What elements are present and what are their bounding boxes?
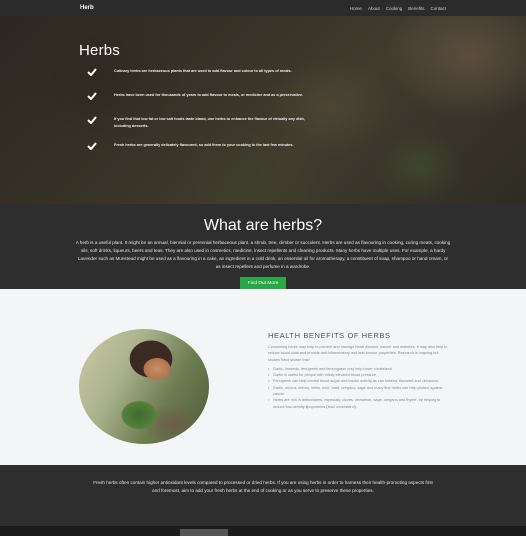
hero-item-text: Culinary herbs are herbaceous plants tha… [114,69,292,73]
health-list-item: Herbs are rich in antioxidants, especial… [268,397,448,410]
health-benefits-section: HEALTH BENEFITS OF HERBS Consuming herbs… [0,289,526,465]
nav-links: Home About Cooking Benefits Contact [350,6,446,11]
health-content: HEALTH BENEFITS OF HERBS Consuming herbs… [268,331,448,410]
section-title: What are herbs? [203,217,323,234]
hero-list-item: Herbs have been used for thousands of ye… [79,92,526,104]
footer-tab [180,529,228,536]
nav-link-benefits[interactable]: Benefits [408,6,424,11]
check-icon [87,68,99,80]
hero-list-item: Culinary herbs are herbaceous plants tha… [79,68,526,80]
footer [0,526,526,536]
hero-item-text: Fresh herbs are generally delicately fla… [114,143,294,147]
hero-title: Herbs [79,42,121,59]
nav-link-contact[interactable]: Contact [430,6,446,11]
nav-link-home[interactable]: Home [350,6,362,11]
hero-section: Herbs Culinary herbs are herbaceous plan… [0,16,526,204]
health-intro: Consuming herbs may help to prevent and … [268,345,448,362]
section-text: A herb is a useful plant. It might be an… [75,240,451,269]
closing-section: Fresh herbs often contain higher antioxi… [0,465,526,526]
hero-item-text: If you find that low fat or low salt foo… [114,117,305,128]
closing-text: Fresh herbs often contain higher antioxi… [93,480,433,493]
brand-logo[interactable]: Herb [80,5,94,11]
check-icon [87,116,99,128]
health-title: HEALTH BENEFITS OF HERBS [268,331,391,340]
woman-smelling-herbs-photo [79,329,209,444]
health-list-item: Garlic, onions, chives, leeks, mint, bas… [268,385,448,398]
nav-link-cooking[interactable]: Cooking [386,6,403,11]
health-list: Garlic, linseeds, fenugreek and lemongra… [268,366,448,410]
check-icon [87,92,99,104]
what-are-herbs-section: What are herbs? A herb is a useful plant… [0,204,526,290]
hero-list-item: If you find that low fat or low salt foo… [79,116,526,130]
hero-item-text: Herbs have been used for thousands of ye… [114,93,304,97]
navbar: Herb Home About Cooking Benefits Contact [0,0,526,16]
nav-link-about[interactable]: About [368,6,380,11]
hero-list: Culinary herbs are herbaceous plants tha… [79,68,526,154]
hero-list-item: Fresh herbs are generally delicately fla… [79,142,526,154]
check-icon [87,142,99,154]
